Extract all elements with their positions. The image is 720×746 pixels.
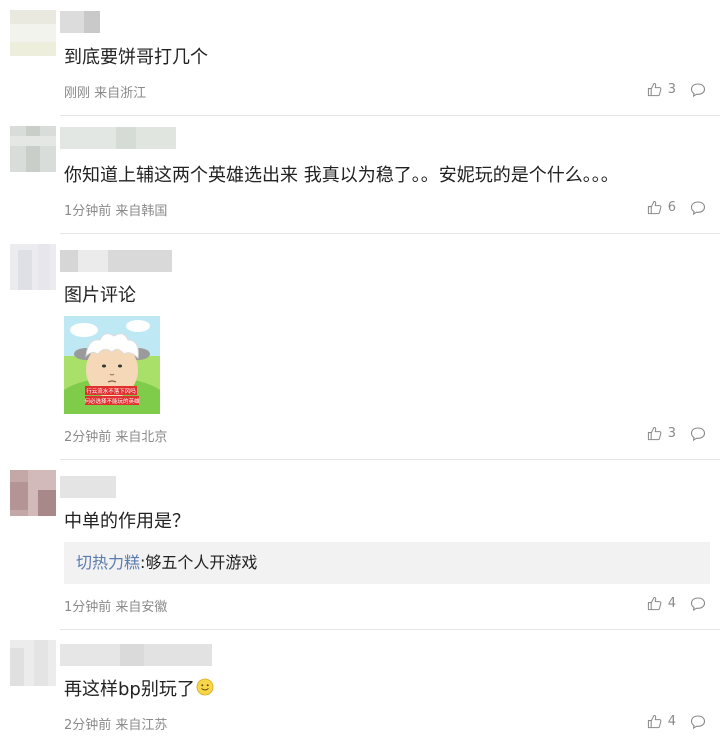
thumbs-up-icon bbox=[647, 714, 662, 729]
avatar[interactable] bbox=[10, 10, 56, 56]
comment-meta: 刚刚 来自浙江 bbox=[64, 86, 147, 101]
comment-text: 再这样bp别玩了 bbox=[64, 678, 214, 702]
image-caption-line: 行云流水不落下风吗 bbox=[86, 387, 136, 395]
comment-item: 图片评论 行云流水不落下风吗 何必选择不能玩的英雄 2分钟前 来自北京 3 bbox=[0, 234, 720, 460]
comment-text: 你知道上辅这两个英雄选出来 我真以为稳了。。安妮玩的是个什么。。。 bbox=[64, 165, 619, 186]
like-button[interactable]: 3 bbox=[647, 426, 676, 441]
thumbs-up-icon bbox=[647, 596, 662, 611]
comment-text: 中单的作用是？ bbox=[64, 511, 190, 532]
avatar[interactable] bbox=[10, 640, 56, 686]
quoted-text: :够五个人开游戏 bbox=[140, 553, 258, 572]
comment-meta: 2分钟前 来自北京 bbox=[64, 430, 168, 445]
comment-item: 你知道上辅这两个英雄选出来 我真以为稳了。。安妮玩的是个什么。。。 1分钟前 来… bbox=[0, 116, 720, 234]
comment-bubble-icon[interactable] bbox=[690, 426, 706, 442]
comment-item: 中单的作用是？ 切热力糕:够五个人开游戏 1分钟前 来自安徽 4 bbox=[0, 460, 720, 630]
avatar[interactable] bbox=[10, 126, 56, 172]
like-count: 4 bbox=[667, 596, 676, 611]
avatar[interactable] bbox=[10, 470, 56, 516]
comment-text: 到底要饼哥打几个 bbox=[64, 47, 208, 68]
like-button[interactable]: 4 bbox=[647, 596, 676, 611]
quoted-reply: 切热力糕:够五个人开游戏 bbox=[64, 542, 710, 584]
comment-meta: 2分钟前 来自江苏 bbox=[64, 718, 168, 733]
like-count: 4 bbox=[667, 714, 676, 729]
like-count: 6 bbox=[667, 200, 676, 215]
comment-bubble-icon[interactable] bbox=[690, 596, 706, 612]
comment-item: 到底要饼哥打几个 刚刚 来自浙江 3 bbox=[0, 0, 720, 116]
like-button[interactable]: 6 bbox=[647, 200, 676, 215]
like-count: 3 bbox=[667, 82, 676, 97]
smile-emoji-icon bbox=[196, 678, 214, 696]
like-button[interactable]: 4 bbox=[647, 714, 676, 729]
comment-meta: 1分钟前 来自韩国 bbox=[64, 204, 168, 219]
like-count: 3 bbox=[667, 426, 676, 441]
cartoon-sheep-image: 行云流水不落下风吗 何必选择不能玩的英雄 bbox=[64, 316, 160, 414]
quoted-author-link[interactable]: 切热力糕 bbox=[76, 553, 140, 572]
avatar[interactable] bbox=[10, 244, 56, 290]
comment-text: 图片评论 bbox=[64, 285, 136, 306]
comment-image[interactable]: 行云流水不落下风吗 何必选择不能玩的英雄 bbox=[64, 316, 160, 414]
thumbs-up-icon bbox=[647, 200, 662, 215]
thumbs-up-icon bbox=[647, 82, 662, 97]
image-caption-line: 何必选择不能玩的英雄 bbox=[84, 397, 140, 405]
comment-bubble-icon[interactable] bbox=[690, 82, 706, 98]
comment-meta: 1分钟前 来自安徽 bbox=[64, 600, 168, 615]
like-button[interactable]: 3 bbox=[647, 82, 676, 97]
thumbs-up-icon bbox=[647, 426, 662, 441]
comment-item: 再这样bp别玩了 2分钟前 来自江苏 4 bbox=[0, 630, 720, 746]
comment-text-body: 再这样bp别玩了 bbox=[64, 679, 195, 700]
comment-bubble-icon[interactable] bbox=[690, 200, 706, 216]
comment-bubble-icon[interactable] bbox=[690, 714, 706, 730]
